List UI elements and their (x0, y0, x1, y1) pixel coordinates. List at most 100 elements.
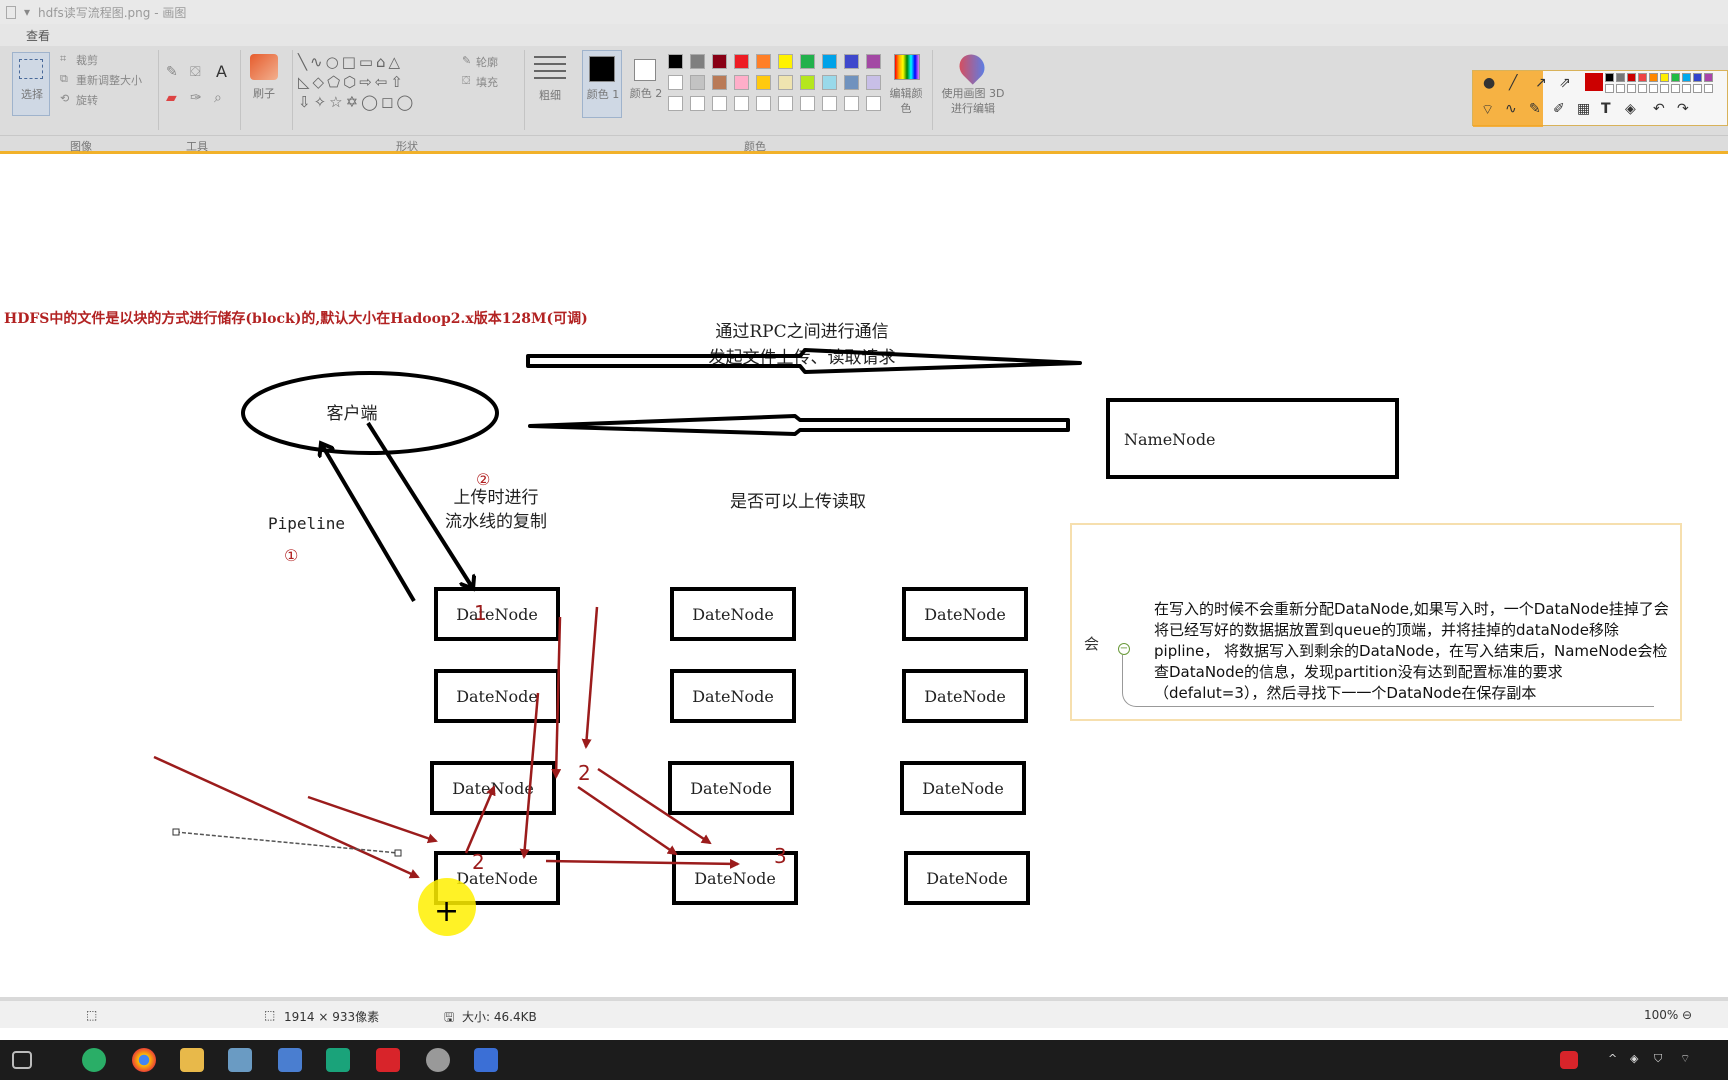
palette-swatch[interactable] (668, 54, 683, 69)
palette-swatch[interactable] (778, 54, 793, 69)
select-button[interactable]: 选择 (12, 52, 50, 116)
palette-swatch[interactable] (734, 75, 749, 90)
selected-line[interactable] (175, 831, 399, 854)
mindmap-icon[interactable] (326, 1048, 350, 1072)
quick-access-icon[interactable]: ▾ (24, 5, 30, 19)
annotation-swatch[interactable] (1627, 84, 1636, 93)
palette-swatch[interactable] (712, 75, 727, 90)
fill-button[interactable]: 填充 (476, 74, 498, 90)
pen-tool-icon[interactable]: ● (1483, 75, 1495, 91)
notes-icon[interactable] (228, 1048, 252, 1072)
palette-swatch[interactable] (690, 96, 705, 111)
eraser-tool-icon[interactable]: ◈ (1625, 101, 1636, 117)
paint3d-button[interactable]: 使用画图 3D 进行编辑 (938, 49, 1008, 116)
eraser-icon[interactable]: ▰ (166, 90, 177, 106)
palette-swatch[interactable] (778, 96, 793, 111)
palette-swatch[interactable] (712, 96, 727, 111)
annotation-swatch[interactable] (1605, 73, 1614, 82)
palette-swatch[interactable] (800, 96, 815, 111)
palette-swatch[interactable] (800, 75, 815, 90)
paint-icon[interactable] (426, 1048, 450, 1072)
menu-view[interactable]: 查看 (26, 27, 50, 44)
annotation-swatch[interactable] (1649, 73, 1658, 82)
palette-swatch[interactable] (844, 96, 859, 111)
palette-swatch[interactable] (690, 54, 705, 69)
resize-button[interactable]: 重新调整大小 (76, 72, 142, 88)
pencil-tool-icon[interactable]: ✎ (1529, 101, 1541, 117)
line-tool-icon[interactable]: ∿ (1505, 101, 1517, 117)
file-explorer-icon[interactable] (180, 1048, 204, 1072)
annotation-swatch[interactable] (1671, 73, 1680, 82)
annotation-swatch[interactable] (1638, 73, 1647, 82)
palette-swatch[interactable] (778, 75, 793, 90)
palette-swatch[interactable] (734, 96, 749, 111)
palette-swatch[interactable] (668, 96, 683, 111)
palette-swatch[interactable] (844, 54, 859, 69)
text-icon[interactable]: A (216, 62, 227, 81)
annotation-swatch[interactable] (1616, 73, 1625, 82)
palette-swatch[interactable] (822, 54, 837, 69)
editor-icon[interactable] (474, 1048, 498, 1072)
tray-wifi-icon[interactable]: ⌔ (1680, 1052, 1690, 1066)
palette-swatch[interactable] (756, 54, 771, 69)
annotation-swatch[interactable] (1616, 84, 1625, 93)
color2-button[interactable]: 颜色 2 (626, 50, 666, 118)
magnifier-icon[interactable]: ⌕ (214, 90, 222, 106)
annotation-swatch[interactable] (1649, 84, 1658, 93)
collapse-icon[interactable]: − (1118, 643, 1130, 655)
arrow-tool-icon[interactable]: ↗ (1535, 75, 1547, 91)
palette-swatch[interactable] (866, 96, 881, 111)
marker-tool-icon[interactable]: ✐ (1553, 101, 1565, 117)
selection-handle[interactable] (394, 849, 402, 857)
palette-swatch[interactable] (822, 75, 837, 90)
palette-swatch[interactable] (690, 75, 705, 90)
crop-button[interactable]: 裁剪 (76, 52, 98, 68)
arrow-outline-tool-icon[interactable]: ⇗ (1559, 75, 1571, 91)
tray-shield-icon[interactable]: ⛉ (1654, 1052, 1662, 1066)
palette-swatch[interactable] (866, 75, 881, 90)
undo-icon[interactable]: ↶ (1653, 101, 1665, 117)
palette-swatch[interactable] (822, 96, 837, 111)
text-tool-icon[interactable]: T (1601, 101, 1611, 117)
annotation-swatch[interactable] (1660, 73, 1669, 82)
annotation-swatch[interactable] (1704, 73, 1713, 82)
color1-button[interactable]: 颜色 1 (582, 50, 622, 118)
annotation-swatch[interactable] (1682, 84, 1691, 93)
mosaic-tool-icon[interactable]: ▦ (1577, 101, 1590, 117)
drawing-canvas[interactable]: HDFS中的文件是以块的方式进行储存(block)的,默认大小在Hadoop2.… (0, 157, 1728, 997)
wechat-icon[interactable] (82, 1048, 106, 1072)
annotation-swatch[interactable] (1693, 84, 1702, 93)
palette-swatch[interactable] (712, 54, 727, 69)
palette-swatch[interactable] (800, 54, 815, 69)
palette-swatch[interactable] (734, 54, 749, 69)
size-button[interactable]: 粗细 (530, 52, 570, 116)
annotation-swatch[interactable] (1605, 84, 1614, 93)
color-picker-icon[interactable]: ✑ (190, 90, 202, 106)
edit-colors-button[interactable]: 编辑颜色 (888, 52, 924, 116)
palette-swatch[interactable] (668, 75, 683, 90)
shape-tool-icon[interactable]: ⌔ (1481, 101, 1494, 119)
annotation-swatch[interactable] (1671, 84, 1680, 93)
annotation-swatch[interactable] (1638, 84, 1647, 93)
vs-icon[interactable] (278, 1048, 302, 1072)
task-view-icon[interactable] (12, 1051, 32, 1069)
highlighter-tool-icon[interactable]: ╱ (1509, 75, 1517, 91)
palette-swatch[interactable] (756, 96, 771, 111)
selection-handle[interactable] (172, 828, 180, 836)
zoom-out-icon[interactable]: ⊖ (1682, 1008, 1692, 1022)
youdao-icon[interactable] (376, 1048, 400, 1072)
palette-swatch[interactable] (844, 75, 859, 90)
palette-swatch[interactable] (756, 75, 771, 90)
tray-chevron-icon[interactable]: ^ (1608, 1052, 1617, 1065)
tray-network-icon[interactable]: ◈ (1630, 1052, 1638, 1065)
brush-button[interactable]: 刷子 (246, 52, 282, 116)
pencil-icon[interactable]: ✎ (166, 64, 178, 80)
red-color-icon[interactable] (1585, 73, 1603, 91)
rotate-button[interactable]: 旋转 (76, 92, 98, 108)
fill-icon[interactable]: ⛋ (190, 64, 201, 80)
annotation-swatch[interactable] (1693, 73, 1702, 82)
annotation-swatch[interactable] (1627, 73, 1636, 82)
redo-icon[interactable]: ↷ (1677, 101, 1689, 117)
sogou-icon[interactable] (1560, 1051, 1578, 1069)
chrome-icon[interactable] (132, 1048, 156, 1072)
